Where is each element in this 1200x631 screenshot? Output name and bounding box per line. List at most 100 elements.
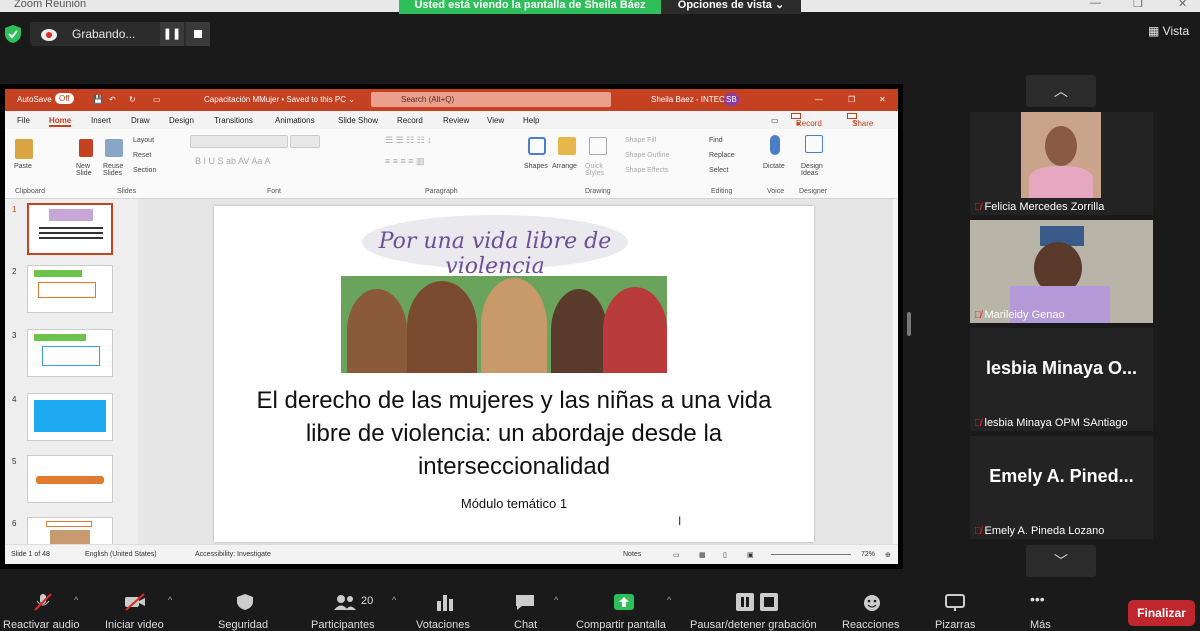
maximize-icon[interactable]: ❐ xyxy=(1133,0,1143,10)
participants-button[interactable]: 20 ^ Participantes xyxy=(306,583,402,631)
quick-styles-label[interactable]: Quick Styles xyxy=(585,163,611,177)
tab-animations[interactable]: Animations xyxy=(275,116,315,125)
paste-label[interactable]: Paste xyxy=(14,163,32,170)
tab-view[interactable]: View xyxy=(487,116,504,125)
pause-stop-recording-button[interactable]: Pausar/detener grabación xyxy=(688,583,828,631)
tab-slide-show[interactable]: Slide Show xyxy=(338,116,378,125)
tab-insert[interactable]: Insert xyxy=(91,116,111,125)
paragraph-icons[interactable]: ☰ ☰ ☷ ☷ ↕ xyxy=(385,135,432,146)
font-format-icons[interactable]: B I U S ab AV Aa A xyxy=(195,156,270,166)
shapes-icon[interactable] xyxy=(528,137,546,155)
chat-button[interactable]: ^ Chat xyxy=(504,583,564,631)
shape-effects-button[interactable]: Shape Effects xyxy=(625,167,668,174)
more-button[interactable]: ••• Más xyxy=(1022,583,1060,631)
tab-file[interactable]: File xyxy=(17,116,30,125)
share-screen-button[interactable]: ^ Compartir pantalla xyxy=(575,583,679,631)
end-meeting-button[interactable]: Finalizar xyxy=(1128,600,1195,626)
close-icon[interactable]: ✕ xyxy=(1178,0,1187,10)
tab-draw[interactable]: Draw xyxy=(131,116,150,125)
zoom-slider[interactable] xyxy=(771,554,851,555)
undo-icon[interactable]: ↶ xyxy=(109,95,116,104)
participant-tile[interactable]: 🎙̸ Felicia Mercedes Zorrilla xyxy=(970,112,1153,215)
security-shield-icon[interactable] xyxy=(4,24,22,44)
present-icon[interactable]: ▭ xyxy=(153,95,161,104)
participant-tile[interactable]: 🎙̸ Marileidy Genao xyxy=(970,220,1153,323)
slide-thumbnail[interactable] xyxy=(27,455,113,503)
align-icons[interactable]: ≡ ≡ ≡ ≡ ▥ xyxy=(385,156,425,167)
find-button[interactable]: Find xyxy=(709,137,723,144)
pause-recording-button[interactable]: ❚❚ xyxy=(160,22,184,46)
shape-fill-button[interactable]: Shape Fill xyxy=(625,137,656,144)
redo-icon[interactable]: ↻ xyxy=(129,95,136,104)
start-video-button[interactable]: ^ Iniciar video xyxy=(100,583,180,631)
new-slide-label[interactable]: New Slide xyxy=(76,163,98,177)
user-avatar[interactable]: SB xyxy=(724,93,739,106)
minimize-icon[interactable]: — xyxy=(1090,0,1101,9)
new-slide-icon[interactable] xyxy=(79,139,93,157)
slide-thumbnail[interactable] xyxy=(27,517,113,547)
restore-icon[interactable]: ❐ xyxy=(848,95,855,104)
slide-sorter-icon[interactable]: ▦ xyxy=(699,551,706,559)
tab-help[interactable]: Help xyxy=(523,116,539,125)
shape-outline-button[interactable]: Shape Outline xyxy=(625,152,669,159)
close-icon[interactable]: ✕ xyxy=(879,95,886,104)
whiteboards-button[interactable]: Pizarras xyxy=(930,583,982,631)
reuse-slides-label[interactable]: Reuse Slides xyxy=(103,163,127,177)
stop-recording-button[interactable] xyxy=(186,22,210,46)
polls-button[interactable]: Votaciones xyxy=(410,583,482,631)
slideshow-icon[interactable]: ▣ xyxy=(747,551,754,559)
fit-to-window-icon[interactable]: ⊕ xyxy=(885,551,891,559)
microphone-icon[interactable] xyxy=(770,135,780,155)
autosave-toggle[interactable]: Off xyxy=(55,93,74,104)
security-button[interactable]: Seguridad xyxy=(210,583,282,631)
chevron-up-icon[interactable]: ^ xyxy=(554,595,558,605)
current-slide[interactable]: Por una vida libre de violencia El derec… xyxy=(214,206,814,542)
tab-home[interactable]: Home xyxy=(49,116,72,127)
dictate-label[interactable]: Dictate xyxy=(763,163,785,170)
quick-styles-icon[interactable] xyxy=(589,137,607,155)
gallery-down-button[interactable]: ﹀ xyxy=(1026,545,1096,577)
design-ideas-icon[interactable] xyxy=(805,135,823,153)
record-button[interactable]: ● Record xyxy=(791,113,822,128)
slide-thumbnail[interactable] xyxy=(27,393,113,441)
select-button[interactable]: Select xyxy=(709,167,728,174)
notes-button[interactable]: Notes xyxy=(623,551,641,558)
shapes-label[interactable]: Shapes xyxy=(524,163,548,170)
share-button[interactable]: ⇪ Share xyxy=(847,113,873,128)
font-name-select[interactable] xyxy=(190,135,288,148)
slide-thumbnail[interactable] xyxy=(27,329,113,377)
slide-thumbnail[interactable] xyxy=(27,203,113,255)
gallery-up-button[interactable]: ︿ xyxy=(1026,75,1096,107)
view-options-button[interactable]: Opciones de vista ⌄ xyxy=(661,0,801,14)
normal-view-icon[interactable]: ▭ xyxy=(673,551,680,559)
view-button[interactable]: ▦ Vista xyxy=(1148,24,1189,38)
layout-button[interactable]: Layout xyxy=(133,137,154,144)
reuse-slides-icon[interactable] xyxy=(105,139,123,157)
save-icon[interactable]: 💾 xyxy=(93,95,103,104)
chevron-up-icon[interactable]: ^ xyxy=(168,595,172,605)
chevron-up-icon[interactable]: ^ xyxy=(392,595,396,605)
reactions-button[interactable]: Reacciones xyxy=(840,583,906,631)
replace-button[interactable]: Replace xyxy=(709,152,735,159)
tab-review[interactable]: Review xyxy=(443,116,469,125)
unmute-button[interactable]: ^ Reactivar audio xyxy=(0,583,90,631)
arrange-icon[interactable] xyxy=(558,137,576,155)
minimize-icon[interactable]: — xyxy=(815,95,823,104)
paste-icon[interactable] xyxy=(15,139,33,159)
arrange-label[interactable]: Arrange xyxy=(552,163,577,170)
section-button[interactable]: Section xyxy=(133,167,156,174)
reading-view-icon[interactable]: ▯ xyxy=(723,551,727,559)
slide-thumbnail[interactable] xyxy=(27,265,113,313)
tab-record[interactable]: Record xyxy=(397,116,423,125)
tab-design[interactable]: Design xyxy=(169,116,194,125)
participant-tile[interactable]: Emely A. Pined... 🎙̸ Emely A. Pineda Loza… xyxy=(970,436,1153,539)
design-ideas-label[interactable]: Design Ideas xyxy=(801,163,827,177)
participant-tile[interactable]: lesbia Minaya O... 🎙̸ lesbia Minaya OPM S… xyxy=(970,328,1153,431)
chevron-up-icon[interactable]: ^ xyxy=(667,595,671,605)
search-box[interactable]: Search (Alt+Q) xyxy=(371,92,611,107)
font-size-select[interactable] xyxy=(290,135,320,148)
chevron-up-icon[interactable]: ^ xyxy=(74,595,78,605)
reset-button[interactable]: Reset xyxy=(133,152,151,159)
comments-icon[interactable]: ▭ xyxy=(771,116,779,125)
accessibility-status[interactable]: Accessibility: Investigate xyxy=(195,551,271,558)
